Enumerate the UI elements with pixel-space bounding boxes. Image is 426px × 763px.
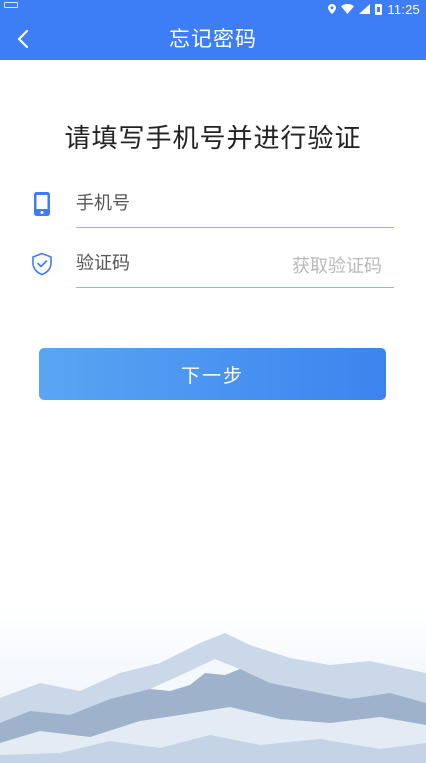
location-icon <box>328 4 337 14</box>
verification-prompt: 请填写手机号并进行验证 <box>64 124 362 154</box>
status-time: 11:25 <box>387 1 420 17</box>
next-button[interactable]: 下一步 <box>39 348 386 400</box>
status-icons: 11:25 <box>328 0 420 18</box>
notification-icon <box>4 2 18 8</box>
wifi-icon <box>341 4 355 14</box>
header: 忘记密码 <box>0 18 426 60</box>
phone-input[interactable] <box>76 180 394 228</box>
phone-icon <box>28 190 56 218</box>
battery-icon <box>375 3 383 15</box>
status-bar: 11:25 <box>0 0 426 18</box>
page-title: 忘记密码 <box>169 27 257 51</box>
get-code-button[interactable]: 获取验证码 <box>292 252 382 278</box>
signal-icon <box>359 4 371 14</box>
phone-field <box>28 180 394 230</box>
shield-check-icon <box>28 250 56 278</box>
mountain-background-image <box>0 603 426 763</box>
verification-code-field: 获取验证码 <box>28 240 394 290</box>
